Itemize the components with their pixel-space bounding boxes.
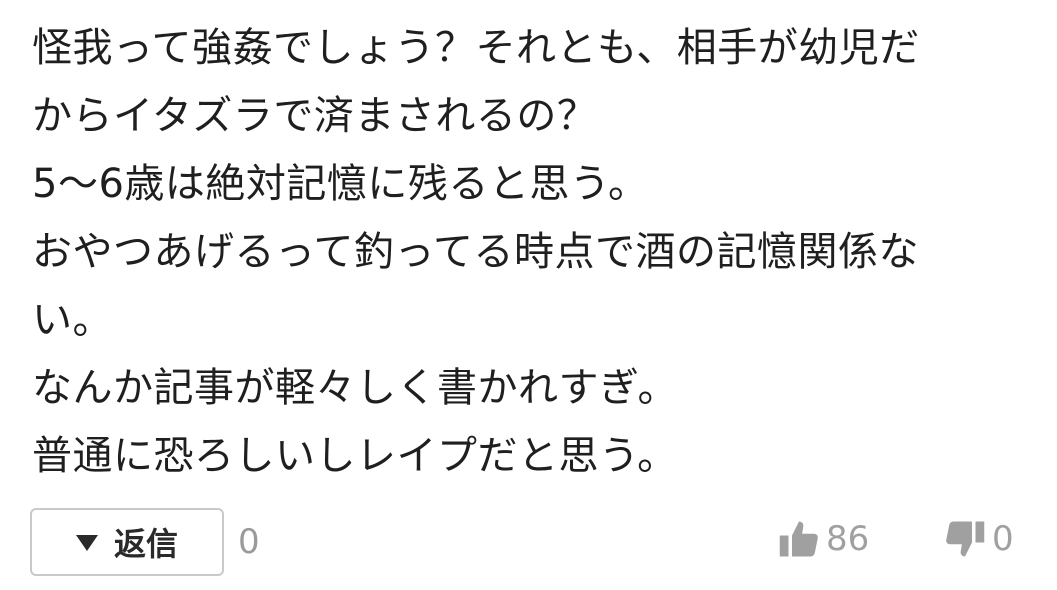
- comment-line: からイタズラで済まされるの？: [32, 93, 598, 139]
- thumbs-up-icon: [779, 521, 818, 557]
- reply-label: 返信: [113, 525, 178, 563]
- like-button[interactable]: 86: [778, 518, 869, 560]
- comment-line: なんか記事が軽々しく書かれすぎ。: [32, 365, 678, 411]
- comment-line: 怪我って強姦でしょう？それとも、相手が幼児だ: [32, 25, 920, 71]
- comment-line: い。: [32, 297, 113, 343]
- thumbs-down-icon: [946, 521, 985, 557]
- comment-action-bar: 返信 0 86 0: [30, 508, 1030, 580]
- reply-count: 0: [238, 522, 260, 562]
- comment-line: おやつあげるって釣ってる時点で酒の記憶関係な: [32, 229, 919, 275]
- like-count: 86: [826, 519, 870, 559]
- comment-line: 普通に恐ろしいしレイプだと思う。: [32, 433, 678, 479]
- triangle-down-icon: [75, 535, 98, 551]
- comment-body: 怪我って強姦でしょう？それとも、相手が幼児だ からイタズラで済まされるの？ 5〜…: [32, 14, 1032, 490]
- dislike-count: 0: [992, 519, 1014, 559]
- reply-button[interactable]: 返信: [30, 508, 224, 576]
- dislike-button[interactable]: 0: [944, 518, 1014, 560]
- comment-line: 5〜6歳は絶対記憶に残ると思う。: [32, 161, 649, 207]
